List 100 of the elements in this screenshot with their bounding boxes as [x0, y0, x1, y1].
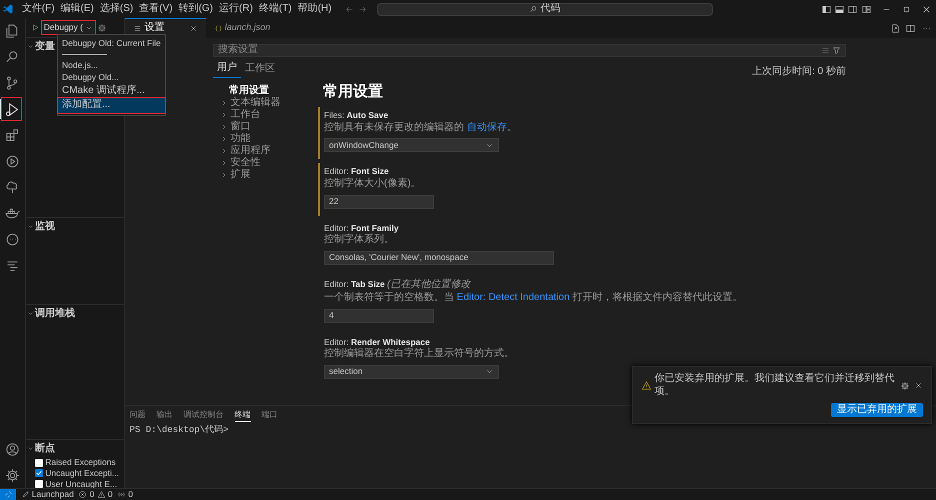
setting-description: 控制具有未保存更改的编辑器的 自动保存。 [324, 122, 518, 134]
panel-toggle-icon[interactable] [834, 4, 845, 14]
launchpad-item[interactable]: Launchpad [20, 489, 74, 500]
section-header[interactable]: 调用堆栈 [35, 308, 75, 320]
warning-icon [96, 490, 106, 499]
warning-icon [641, 380, 652, 391]
scope-tab[interactable]: 用户 [213, 62, 241, 78]
command-center[interactable]: 代码 [376, 2, 713, 16]
notification-message: 你已安装弃用的扩展。我们建议查看它们并迁移到替代项。 [654, 373, 896, 398]
panel-tab[interactable]: 端口 [262, 408, 278, 422]
chevron-icon[interactable] [27, 43, 34, 50]
toc-item[interactable]: 窗口 [220, 120, 323, 133]
menu-item[interactable]: CMake 调试程序... [58, 84, 165, 98]
dropdown-field[interactable]: onWindowChange [324, 138, 499, 152]
toc-item[interactable]: 安全性 [220, 156, 323, 169]
menu-item[interactable]: 添加配置... [58, 98, 165, 113]
menu-item[interactable]: 文件(F) [18, 2, 58, 16]
section-header[interactable]: 断点 [35, 442, 55, 456]
toc-item[interactable]: 文本编辑器 [220, 96, 323, 109]
active-indicator [0, 99, 2, 119]
menu-item[interactable]: Debugpy Old... [58, 71, 165, 84]
settings-heading: 常用设置 [323, 82, 384, 102]
menu-item[interactable]: 编辑(E) [58, 2, 97, 16]
chevron-icon[interactable] [27, 223, 34, 230]
setting-link[interactable]: Editor: Detect Indentation [456, 292, 570, 304]
sidebar-toggle-icon[interactable] [820, 4, 832, 14]
menu-item[interactable]: 转到(G) [176, 2, 216, 16]
panel-tab[interactable]: 问题 [130, 408, 146, 422]
remote-icon [4, 490, 12, 499]
settings-icon[interactable] [97, 22, 108, 33]
close-icon[interactable] [188, 24, 198, 33]
editor-tab[interactable]: launch.json [206, 18, 278, 38]
last-sync-text: 上次同步时间: 0 秒前 [752, 66, 846, 78]
chevron-icon[interactable] [27, 445, 34, 452]
scope-tab[interactable]: 工作区 [241, 62, 279, 78]
settings-search-field[interactable]: 搜索设置 [213, 44, 846, 57]
setting-title: Files: Auto Save [324, 110, 388, 121]
close-icon[interactable] [920, 4, 932, 14]
setting-description: 控制编辑器在空白字符上显示符号的方式。 [324, 348, 515, 361]
section-header[interactable]: 监视 [35, 220, 55, 234]
dots-circle-icon[interactable] [4, 230, 21, 248]
play-bug-icon[interactable] [4, 100, 21, 118]
section-header[interactable]: 变量 [35, 40, 55, 54]
setting-link[interactable]: 自动保存 [466, 122, 507, 133]
settings-icon[interactable] [4, 466, 21, 484]
terminal-line: PS D:\desktop\代码> [130, 424, 230, 436]
toc-item[interactable]: 常用设置 [220, 84, 323, 97]
setting-title: Editor: Font Family [324, 222, 399, 234]
menu-item[interactable]: 运行(R) [216, 2, 256, 16]
setting-note: (已在其他位置修改 [387, 278, 470, 292]
menu-item[interactable]: 查看(V) [136, 2, 176, 16]
toc-item[interactable]: 功能 [220, 132, 323, 145]
breakpoint-label: Raised Exceptions [45, 457, 116, 468]
configuration-select[interactable]: Debugpy ( [42, 21, 96, 34]
checkbox[interactable] [35, 480, 43, 488]
braces-icon [214, 24, 222, 32]
close-icon[interactable] [914, 380, 923, 390]
secondary-sidebar-toggle-icon[interactable] [847, 4, 858, 14]
setting-description: 控制字体大小(像素)。 [324, 178, 422, 190]
settings-icon[interactable] [900, 380, 910, 390]
account-icon[interactable] [4, 440, 21, 458]
setting-title: Editor: Font Size [324, 166, 389, 177]
input-field[interactable]: Consolas, 'Courier New', monospace [324, 250, 554, 265]
menu-item[interactable]: 终端(T) [256, 2, 295, 16]
panel-tab[interactable]: 终端 [234, 408, 250, 422]
checkbox[interactable] [35, 469, 43, 478]
checkbox[interactable] [35, 458, 43, 467]
menu-item[interactable]: Debugpy Old: Current File [58, 37, 165, 50]
layout-icon[interactable] [860, 4, 872, 14]
broadcast-icon [117, 490, 126, 499]
menu-item[interactable]: 选择(S) [96, 2, 136, 16]
setting-description: 控制字体系列。 [324, 234, 395, 247]
error-icon [78, 490, 88, 499]
input-field[interactable]: 4 [324, 308, 434, 323]
blocks-icon[interactable] [4, 126, 21, 144]
split-editor-icon[interactable] [905, 22, 916, 34]
input-field[interactable]: 22 [324, 194, 434, 208]
breakpoint-label: User Uncaught E... [45, 478, 118, 490]
filter-icon[interactable] [832, 46, 841, 55]
toc-item[interactable]: 工作台 [220, 108, 323, 121]
circle-play-icon[interactable] [4, 152, 21, 170]
problems-item[interactable]: 0 0 [78, 489, 113, 500]
toc-item[interactable]: 扩展 [220, 168, 323, 181]
menu-item[interactable]: 帮助(H) [294, 2, 335, 16]
chevron-icon[interactable] [27, 310, 34, 318]
start-debug-icon[interactable] [30, 23, 40, 32]
setting-title: Editor: Tab Size [324, 278, 385, 290]
panel-tab[interactable]: 输出 [156, 408, 172, 422]
toc-item[interactable]: 应用程序 [220, 144, 323, 157]
app-logo-icon [2, 3, 14, 15]
lines-icon [133, 24, 142, 33]
panel-tab[interactable]: 调试控制台 [184, 408, 224, 422]
editor-tab[interactable]: 设置 [125, 18, 206, 38]
ports-item[interactable]: 0 [117, 489, 134, 500]
search-icon [529, 4, 538, 14]
setting-description: 一个制表符等于的空格数。当 Editor: Detect Indentation 打开时，将根据文件内容替代此设置。 [324, 292, 744, 305]
menu-item[interactable]: Node.js... [58, 58, 165, 72]
dropdown-field[interactable]: selection [324, 364, 499, 379]
show-extensions-button[interactable]: 显示已弃用的扩展 [831, 402, 923, 417]
open-file-icon[interactable] [890, 22, 900, 34]
